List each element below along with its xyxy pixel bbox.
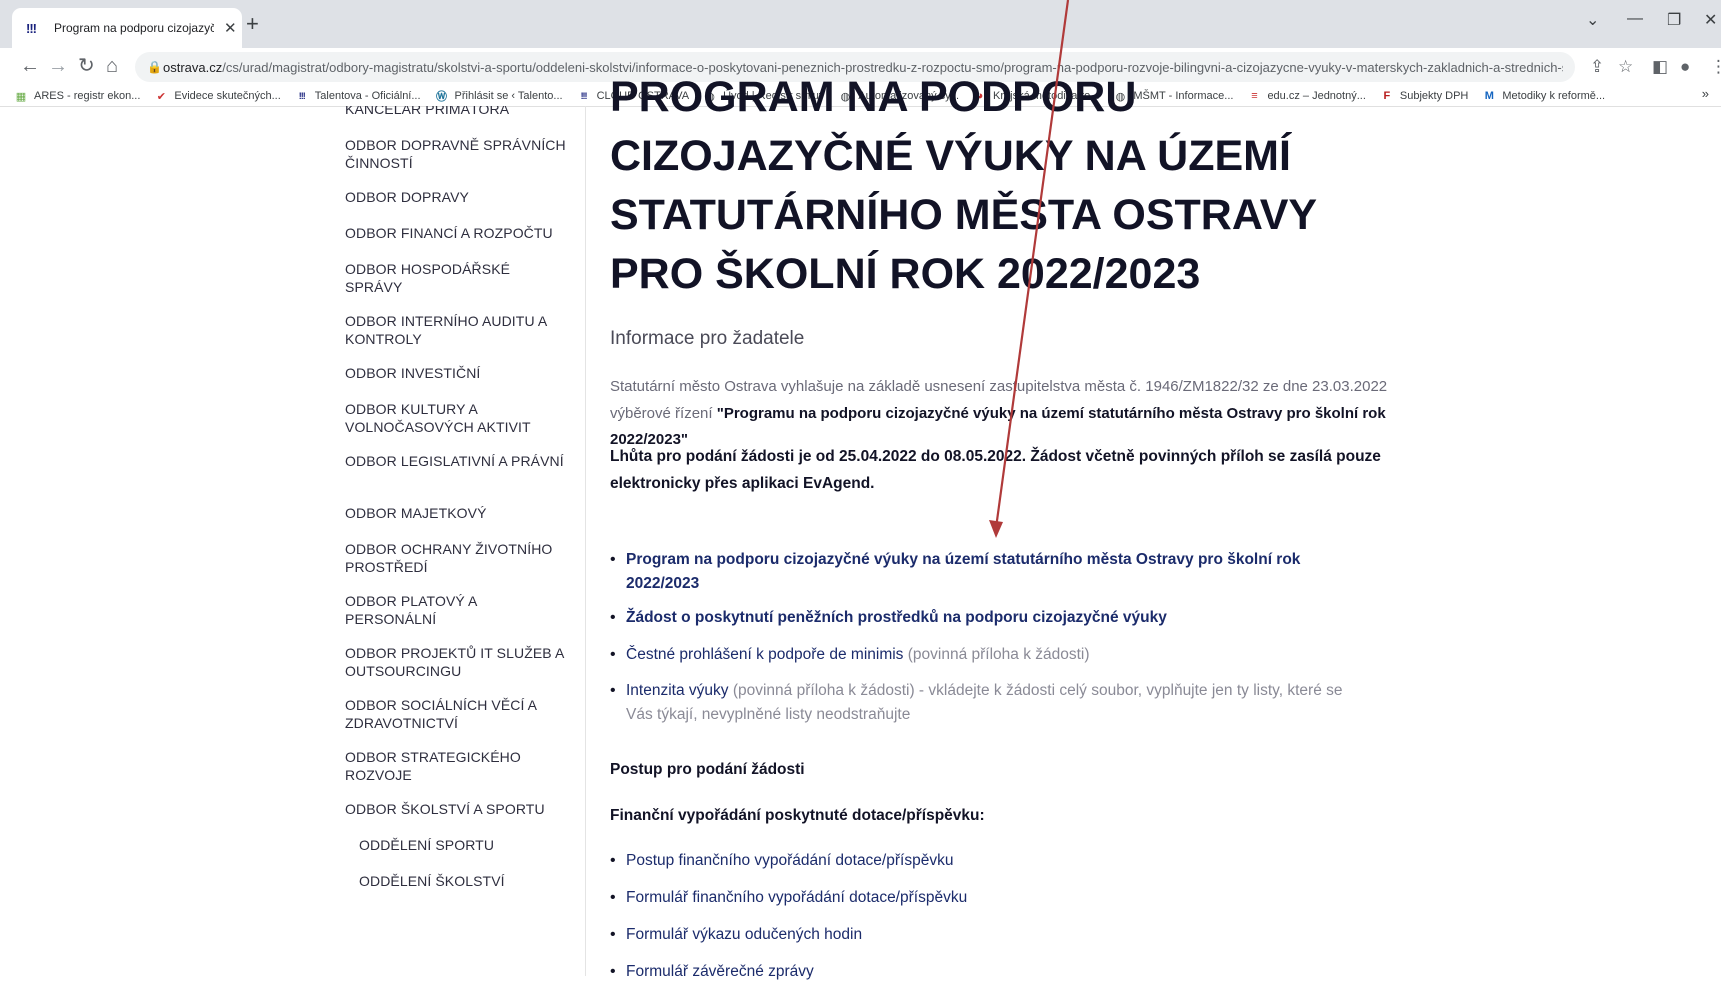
hours-report-link[interactable]: Formulář výkazu odučených hodin [626,926,862,943]
sidebar-item[interactable]: ODBOR ŠKOLSTVÍ A SPORTU [345,800,570,818]
share-icon[interactable]: ⇪ [1590,57,1604,77]
bookmark-item[interactable]: Ⓦ Přihlásit se ‹ Talento... [435,88,563,104]
document-item: Žádost o poskytnutí peněžních prostředků… [610,606,1371,630]
application-document-link[interactable]: Žádost o poskytnutí peněžních prostředků… [626,609,1167,626]
bookmark-label: ARES - registr ekon... [34,90,141,102]
sidebar-item[interactable]: ODBOR OCHRANY ŽIVOTNÍHO PROSTŘEDÍ [345,540,570,576]
tab-search-icon[interactable]: ⌄ [1586,10,1599,30]
settlement-form-link[interactable]: Formulář finančního vypořádání dotace/př… [626,889,967,906]
document-note: (povinná příloha k žádosti) - vkládejte … [626,682,1343,723]
sidebar-item[interactable]: ODBOR KULTURY A VOLNOČASOVÝCH AKTIVIT [345,400,570,436]
bookmark-label: Talentova - Oficiální... [314,90,421,102]
sidebar-nav: KANCELÁŘ PRIMÁTORA ODBOR DOPRAVNĚ SPRÁVNÍ… [345,106,586,976]
bookmark-item[interactable]: !!! Talentova - Oficiální... [295,90,421,102]
sidebar-item[interactable]: ODBOR STRATEGICKÉHO ROZVOJE [345,748,570,784]
sidebar-item[interactable]: KANCELÁŘ PRIMÁTORA [345,106,570,118]
bookmark-label: Subjekty DPH [1399,90,1469,102]
bookmark-item[interactable]: ▦ ARES - registr ekon... [14,90,141,103]
side-panel-icon[interactable]: ◧ [1652,57,1668,77]
sidebar-item[interactable]: ODBOR HOSPODÁŘSKÉ SPRÁVY [345,260,570,296]
procedure-heading: Postup pro podání žádosti [610,761,805,778]
talentova-icon: !!! [298,91,306,101]
teaching-intensity-link[interactable]: Intenzita výuky [626,682,729,699]
document-item: Program na podporu cizojazyčné výuky na … [610,548,1371,596]
menu-icon[interactable]: ⋮ [1710,57,1721,77]
bookmark-label: Přihlásit se ‹ Talento... [454,90,563,102]
ares-icon: ▦ [15,90,27,103]
bookmark-item[interactable]: M Metodiky k reformě... [1482,90,1605,102]
close-window-icon[interactable]: ✕ [1704,10,1717,30]
sidebar-item[interactable]: ODBOR INTERNÍHO AUDITU A KONTROLY [345,312,570,348]
sidebar-item[interactable]: ODDĚLENÍ SPORTU [359,836,584,854]
m-icon: M [1484,90,1494,102]
sidebar-item[interactable]: ODBOR PLATOVÝ A PERSONÁLNÍ [345,592,570,628]
subheading: Informace pro žadatele [610,328,805,349]
settlement-item: Formulář závěrečné zprávy [610,960,1371,984]
home-icon[interactable]: ⌂ [106,54,118,78]
new-tab-button[interactable]: + [246,12,259,36]
profile-icon[interactable]: ● [1680,57,1690,77]
minimize-icon[interactable]: — [1627,10,1643,28]
deadline-text: Lhůta pro podání žádosti je od 25.04.202… [610,448,1381,492]
tab-title: Program na podporu cizojazyčné [54,21,214,35]
lock-icon: 🔒 [147,60,162,74]
bookmark-label: Evidece skutečných... [174,90,281,102]
sidebar-item[interactable]: ODBOR DOPRAVNĚ SPRÁVNÍCH ČINNOSTÍ [345,136,570,172]
settlement-heading: Finanční vypořádání poskytnuté dotace/př… [610,807,985,824]
evidence-icon: ✔ [156,90,166,103]
sidebar-item[interactable]: ODBOR SOCIÁLNÍCH VĚCÍ A ZDRAVOTNICTVÍ [345,696,570,732]
page-title: PROGRAM NA PODPORU CIZOJAZYČNÉ VÝUKY NA … [610,73,1318,298]
settlement-item: Formulář finančního vypořádání dotace/př… [610,886,1371,910]
sidebar-item[interactable]: ODBOR INVESTIČNÍ [345,364,570,382]
sidebar-item[interactable]: ODBOR DOPRAVY [345,188,570,206]
restore-icon[interactable]: ❐ [1667,10,1681,30]
sidebar-item[interactable]: ODDĚLENÍ ŠKOLSTVÍ [359,872,584,890]
settlement-item: Postup finančního vypořádání dotace/přís… [610,849,1371,873]
reload-icon[interactable]: ↻ [78,54,95,78]
sidebar-item[interactable]: ODBOR PROJEKTŮ IT SLUŽEB A OUTSOURCINGU [345,644,570,680]
document-item: Čestné prohlášení k podpoře de minimis (… [610,643,1371,667]
settlement-item: Formulář výkazu odučených hodin [610,923,1371,947]
sidebar-item[interactable]: ODBOR MAJETKOVÝ [345,504,570,522]
sidebar-item[interactable]: ODBOR LEGISLATIVNÍ A PRÁVNÍ [345,452,570,470]
sidebar-item[interactable]: ODBOR FINANCÍ A ROZPOČTU [345,224,570,242]
active-tab[interactable]: !!! Program na podporu cizojazyčné ✕ [12,8,242,48]
final-report-link[interactable]: Formulář závěrečné zprávy [626,963,814,980]
ostrava-icon: !!! [580,91,588,101]
bookmarks-more-button[interactable]: » [1702,86,1709,101]
tab-strip: !!! Program na podporu cizojazyčné ✕ + ⌄… [0,0,1721,48]
settlement-procedure-link[interactable]: Postup finančního vypořádání dotace/přís… [626,852,953,869]
bookmark-label: Metodiky k reformě... [1502,90,1606,102]
program-document-link[interactable]: Program na podporu cizojazyčné výuky na … [626,551,1300,592]
document-note: (povinná příloha k žádosti) [903,646,1090,663]
de-minimis-link[interactable]: Čestné prohlášení k podpoře de minimis [626,646,903,663]
wordpress-icon: Ⓦ [436,91,448,103]
intro-paragraph: Statutární město Ostrava vyhlašuje na zá… [610,378,1388,448]
back-icon[interactable]: ← [20,54,40,78]
bookmark-item[interactable]: ✔ Evidece skutečných... [154,90,281,103]
document-item: Intenzita výuky (povinná příloha k žádos… [610,679,1371,727]
main-content: PROGRAM NA PODPORU CIZOJAZYČNÉ VÝUKY NA … [610,73,1410,984]
forward-icon[interactable]: → [48,54,68,78]
ostrava-favicon-icon: !!! [26,20,37,36]
bookmark-star-icon[interactable]: ☆ [1618,57,1633,77]
tab-close-icon[interactable]: ✕ [224,19,237,37]
